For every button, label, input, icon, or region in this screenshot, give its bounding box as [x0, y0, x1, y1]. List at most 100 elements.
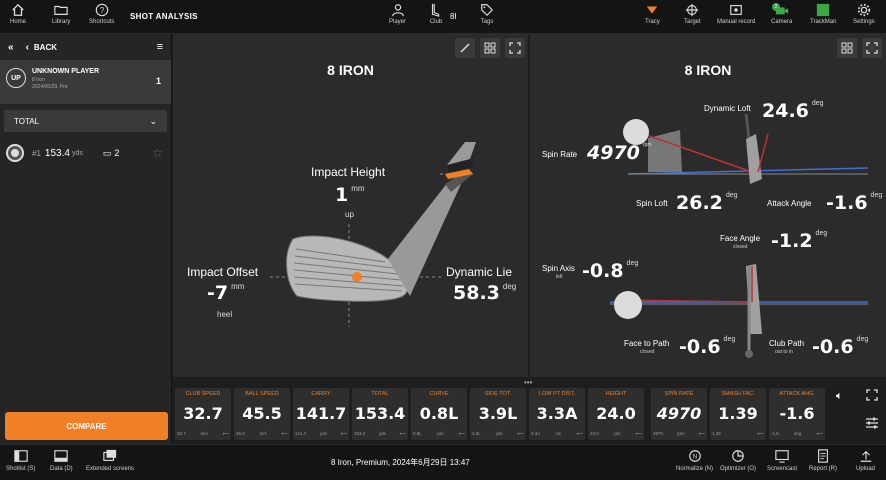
club-value: 8I — [450, 12, 457, 21]
fullscreen-button[interactable] — [866, 388, 878, 406]
shot-list-item[interactable]: #1 153.4 yds ▭ 2 ☆ — [0, 138, 171, 168]
metric-unit: m/s — [259, 431, 267, 436]
metric-tile[interactable]: TOTAL 153.4 153.4 yds ⟵ — [352, 388, 408, 440]
shotlist-button[interactable]: Shotlist (S) — [6, 449, 35, 472]
impact-offset-unit: mm — [231, 282, 245, 291]
extended-screens-button[interactable]: Extended screens — [86, 449, 134, 472]
shortcuts-label: Shortcuts — [89, 19, 115, 25]
manual-record-button[interactable]: Manual record — [717, 3, 755, 25]
screencast-button[interactable]: Screencast — [767, 449, 797, 472]
metric-unit: yds — [495, 431, 503, 436]
back-button[interactable]: ‹ BACK — [26, 42, 57, 53]
svg-text:N: N — [692, 454, 696, 461]
metric-tile[interactable]: CURVE 0.8L 0.8L yds ⟵ — [411, 388, 467, 440]
metric-title: CURVE — [429, 391, 449, 397]
spin-rate-unit: rpm — [642, 142, 652, 148]
face-to-path-direction: closed — [640, 349, 655, 355]
metric-tile[interactable]: LOW PT DIST. 3.3A 3.3A cm ⟵ — [529, 388, 585, 440]
metric-value: 3.9L — [478, 404, 518, 423]
volume-icon[interactable]: 🔈︎ — [836, 390, 843, 403]
target-button[interactable]: Target — [684, 3, 701, 25]
metric-title: CLUB SPEED — [185, 391, 221, 397]
club-path-unit: deg — [856, 336, 869, 343]
report-button[interactable]: Report (R) — [809, 449, 837, 472]
library-button[interactable]: Library — [52, 3, 70, 25]
tag-icon — [481, 4, 494, 17]
tile-settings-button[interactable] — [865, 416, 879, 435]
player-button[interactable]: Player — [389, 3, 406, 25]
metric-tile[interactable]: CARRY 141.7 141.7 yds ⟵ — [293, 388, 349, 440]
metric-tile[interactable]: SPIN RATE 4970 4970 rpm ⟵ — [651, 388, 707, 440]
back-label: BACK — [33, 42, 58, 52]
normalize-button[interactable]: N Normalize (N) — [676, 449, 713, 472]
metric-value: 45.5 — [242, 404, 282, 423]
dynamic-lie-unit: deg — [502, 282, 517, 291]
arrow-icon: ⟵ — [576, 431, 583, 436]
metric-tile[interactable]: BALL SPEED 45.5 45.5 m/s ⟵ — [234, 388, 290, 440]
arrow-icon: ⟵ — [698, 431, 705, 436]
metric-value: 1.39 — [718, 404, 758, 423]
extended-screens-label: Extended screens — [86, 466, 135, 472]
collapse-icon[interactable]: « — [8, 42, 14, 53]
attack-angle-label: Attack Angle — [767, 199, 812, 208]
shot-select-radio[interactable] — [6, 144, 24, 162]
metric-footer: -1.6 deg ⟵ — [771, 431, 823, 437]
metric-tile[interactable]: HEIGHT 24.0 24.0 yds ⟵ — [588, 388, 644, 440]
impact-height-label: Impact Height — [311, 165, 386, 179]
optimizer-button[interactable]: Optimizer (O) — [720, 449, 756, 472]
camera-label: Camera — [771, 19, 793, 25]
spin-rate-value: 4970 — [587, 142, 640, 164]
home-icon — [12, 3, 24, 16]
shotlist-label: Shotlist (S) — [6, 466, 36, 472]
top-bar: Home Library ? Shortcuts SHOT ANALYSIS P… — [0, 0, 886, 34]
face-angle-unit: deg — [815, 230, 828, 237]
shot-list-sidebar: « ‹ BACK ≡ UP UNKNOWN PLAYER 8 Iron 2024/… — [0, 34, 172, 444]
bottom-bar: Shotlist (S) Data (D) Extended screens 8… — [0, 444, 886, 480]
club-label: Club — [429, 19, 443, 25]
player-card[interactable]: UP UNKNOWN PLAYER 8 Iron 2024/06/29, Pre… — [0, 60, 171, 104]
tags-button[interactable]: Tags — [480, 3, 494, 25]
shortcuts-button[interactable]: ? Shortcuts — [89, 3, 114, 25]
spin-axis-readout: -0.8 deg — [582, 260, 638, 282]
metric-footer: 0.8L yds ⟵ — [413, 431, 465, 437]
metric-value: 32.7 — [183, 404, 223, 423]
target-label: Target — [684, 19, 701, 25]
upload-button[interactable]: Upload — [856, 449, 875, 472]
trackman-button[interactable]: TrackMan — [810, 3, 836, 25]
data-button[interactable]: Data (D) — [50, 449, 73, 472]
report-label: Report (R) — [809, 466, 838, 472]
compare-button[interactable]: COMPARE — [5, 412, 168, 440]
svg-text:?: ? — [99, 6, 104, 15]
total-dropdown[interactable]: TOTAL ⌄ — [4, 110, 167, 132]
dynamic-loft-unit: deg — [811, 100, 824, 107]
attack-angle-unit: deg — [870, 192, 883, 199]
face-angle-direction: closed — [733, 244, 748, 250]
metric-footer: 1.39 ⟵ — [712, 431, 764, 437]
home-button[interactable]: Home — [10, 3, 26, 25]
spin-axis-label: Spin Axis — [542, 264, 575, 273]
player-club: 8 Iron — [32, 77, 45, 83]
record-icon — [730, 5, 742, 15]
tracy-button[interactable]: Tracy — [645, 3, 660, 25]
metric-unit: cm — [555, 431, 562, 436]
face-to-path-label: Face to Path — [624, 339, 670, 348]
metric-value: -1.6 — [779, 404, 815, 423]
metric-unit: yds — [378, 431, 386, 436]
metric-tile[interactable]: SMASH FAC. 1.39 1.39 ⟵ — [710, 388, 766, 440]
player-name: UNKNOWN PLAYER — [32, 68, 100, 75]
metric-footer: 153.4 yds ⟵ — [354, 431, 406, 437]
launch-panel: 8 IRON Dynamic Loft 24.6 deg Spin Rate 49… — [530, 34, 886, 377]
metric-title: ATTACK ANG. — [779, 391, 815, 397]
menu-icon[interactable]: ≡ — [157, 41, 163, 53]
home-label: Home — [10, 19, 27, 25]
face-to-path-readout: -0.6 deg — [679, 336, 735, 358]
metric-tile[interactable]: ATTACK ANG. -1.6 -1.6 deg ⟵ — [769, 388, 825, 440]
metric-title: TOTAL — [371, 391, 389, 397]
metric-tile[interactable]: SIDE TOT. 3.9L 3.9L yds ⟵ — [470, 388, 526, 440]
star-icon[interactable]: ☆ — [152, 146, 163, 160]
metric-value: 24.0 — [596, 404, 636, 423]
arrow-icon: ⟵ — [399, 431, 406, 436]
metric-tile[interactable]: CLUB SPEED 32.7 32.7 m/s ⟵ — [175, 388, 231, 440]
settings-button[interactable]: Settings — [853, 3, 875, 25]
club-button[interactable]: Club — [429, 3, 443, 25]
